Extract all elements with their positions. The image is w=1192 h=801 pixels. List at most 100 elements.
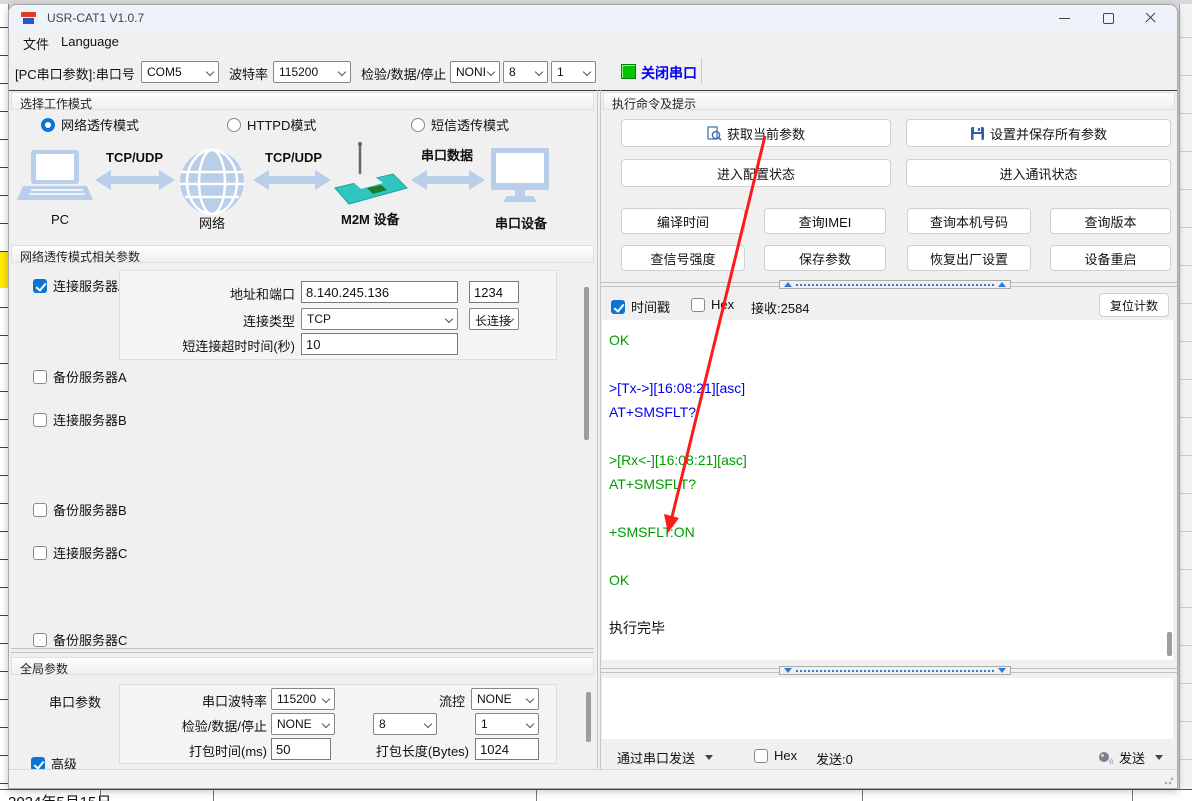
resize-grip[interactable] — [1164, 775, 1174, 785]
reset-count-button[interactable]: 复位计数 — [1099, 293, 1169, 317]
factory-reset-button[interactable]: 恢复出厂设置 — [907, 245, 1031, 271]
right-panel: 执行命令及提示 获取当前参数 设置并保存所有参数 进入配置状态 — [601, 90, 1177, 770]
server-port-input[interactable] — [469, 281, 519, 303]
radio-net-transparent[interactable]: 网络透传模式 — [41, 115, 139, 134]
close-button[interactable] — [1129, 5, 1173, 31]
query-version-button[interactable]: 查询版本 — [1050, 208, 1171, 234]
compile-time-button[interactable]: 编译时间 — [621, 208, 745, 234]
baud-select[interactable]: 115200 — [273, 61, 351, 83]
chevron-down-icon — [1155, 755, 1163, 760]
log-line: >[Rx<-][16:08:21][asc] — [609, 448, 1173, 472]
pc-serial-label: [PC串口参数]:串口号 — [15, 64, 135, 83]
checkbox-advanced[interactable]: 高级 — [31, 754, 77, 770]
pack-time-input[interactable] — [271, 738, 331, 760]
chevron-down-icon — [705, 755, 713, 760]
flow-label: 流控 — [409, 691, 465, 710]
baud-label: 波特率 — [229, 64, 268, 83]
left-panel: 选择工作模式 网络透传模式 HTTPD模式 短信透传模式 — [9, 90, 597, 770]
menu-file[interactable]: 文件 — [23, 34, 49, 53]
svg-text:TCP/UDP: TCP/UDP — [265, 150, 322, 165]
checkbox-icon — [754, 749, 768, 763]
checkbox-server-b[interactable]: 连接服务器B — [33, 410, 127, 429]
net-params-header: 网络透传模式相关参数 — [11, 245, 594, 263]
search-doc-icon — [707, 126, 722, 141]
server-address-input[interactable] — [301, 281, 458, 303]
status-bar — [9, 769, 1177, 788]
m2m-device-icon — [335, 142, 407, 204]
radio-sms-transparent[interactable]: 短信透传模式 — [411, 115, 509, 134]
parity-select[interactable]: NONI — [450, 61, 500, 83]
app-logo-icon — [21, 11, 37, 25]
timeout-label: 短连接超时时间(秒) — [129, 336, 295, 355]
left-scrollbar-thumb[interactable] — [584, 287, 589, 440]
log-line: +SMSFLT:ON — [609, 520, 1173, 544]
background-right-strip — [1179, 0, 1192, 800]
timeout-input[interactable] — [301, 333, 458, 355]
checkbox-timestamp[interactable]: 时间戳 — [611, 297, 670, 316]
g-databits-select[interactable]: 8 — [373, 713, 437, 735]
menu-language[interactable]: Language — [61, 34, 119, 49]
radio-icon — [227, 118, 241, 132]
enter-config-button[interactable]: 进入配置状态 — [621, 159, 891, 187]
collapse-up-icon — [784, 282, 792, 287]
g-baud-label: 串口波特率 — [139, 691, 267, 710]
log-output[interactable]: OK >[Tx->][16:08:21][asc] AT+SMSFLT? >[R… — [602, 320, 1173, 660]
checkbox-hex-send[interactable]: Hex — [754, 748, 797, 763]
svg-text:串口数据: 串口数据 — [421, 148, 473, 163]
query-imei-button[interactable]: 查询IMEI — [764, 208, 886, 234]
minimize-button[interactable] — [1043, 5, 1087, 31]
query-number-button[interactable]: 查询本机号码 — [907, 208, 1031, 234]
svg-text:TCP/UDP: TCP/UDP — [106, 150, 163, 165]
send-via-dropdown[interactable]: 通过串口发送 — [617, 748, 713, 767]
pack-len-input[interactable] — [475, 738, 539, 760]
log-splitter-handle[interactable] — [779, 280, 1011, 289]
send-input-area[interactable] — [602, 678, 1173, 739]
query-signal-button[interactable]: 查信号强度 — [621, 245, 745, 271]
app-window: USR-CAT1 V1.0.7 文件 Language [PC串口参数]:串口号… — [8, 4, 1178, 789]
stopbits-select[interactable]: 1 — [551, 61, 596, 83]
send-horn-icon — [1098, 750, 1113, 765]
log-scrollbar-thumb[interactable] — [1167, 632, 1172, 656]
save-params-button[interactable]: 保存参数 — [764, 245, 886, 271]
maximize-button[interactable] — [1087, 5, 1131, 31]
checkbox-backup-a[interactable]: 备份服务器A — [33, 367, 127, 386]
set-save-all-button[interactable]: 设置并保存所有参数 — [906, 119, 1171, 147]
enter-comm-button[interactable]: 进入通讯状态 — [906, 159, 1171, 187]
flow-select[interactable]: NONE — [471, 688, 539, 710]
g-stopbits-select[interactable]: 1 — [475, 713, 539, 735]
conn-mode-select[interactable]: 长连接 — [469, 308, 519, 330]
com-port-select[interactable]: COM5 — [141, 61, 219, 83]
global-scrollbar-thumb[interactable] — [586, 692, 591, 742]
checkbox-hex-recv[interactable]: Hex — [691, 297, 734, 312]
conn-type-select[interactable]: TCP — [301, 308, 458, 330]
checkbox-server-c[interactable]: 连接服务器C — [33, 543, 127, 562]
checkbox-backup-b[interactable]: 备份服务器B — [33, 500, 127, 519]
left-h-splitter[interactable] — [11, 652, 594, 653]
title-bar: USR-CAT1 V1.0.7 — [9, 5, 1177, 31]
close-port-button[interactable]: 关闭串口 — [641, 63, 697, 83]
radio-httpd[interactable]: HTTPD模式 — [227, 115, 316, 134]
mode-diagram: PC TCP/UDP 网络 T — [9, 142, 597, 242]
radio-icon — [411, 118, 425, 132]
g-parity-label: 检验/数据/停止 — [139, 716, 267, 735]
collapse-down-icon — [784, 668, 792, 673]
radio-selected-icon — [41, 118, 55, 132]
pack-time-label: 打包时间(ms) — [139, 741, 267, 760]
collapse-down-icon — [998, 668, 1006, 673]
send-splitter-handle[interactable] — [779, 666, 1011, 675]
checkbox-icon — [33, 633, 47, 647]
checkbox-backup-c[interactable]: 备份服务器C — [33, 630, 127, 649]
parity-label: 检验/数据/停止 — [361, 64, 446, 83]
checkbox-icon — [33, 546, 47, 560]
g-baud-select[interactable]: 115200 — [271, 688, 335, 710]
send-button[interactable]: 发送 — [1098, 748, 1163, 767]
device-restart-button[interactable]: 设备重启 — [1050, 245, 1171, 271]
network-globe-icon — [180, 150, 244, 214]
databits-select[interactable]: 8 — [503, 61, 548, 83]
global-params-header: 全局参数 — [11, 657, 594, 675]
window-title: USR-CAT1 V1.0.7 — [47, 11, 144, 25]
get-params-button[interactable]: 获取当前参数 — [621, 119, 891, 147]
checkbox-server-a[interactable]: 连接服务器A — [33, 276, 127, 295]
g-parity-select[interactable]: NONE — [271, 713, 335, 735]
addr-label: 地址和端口 — [129, 284, 295, 303]
